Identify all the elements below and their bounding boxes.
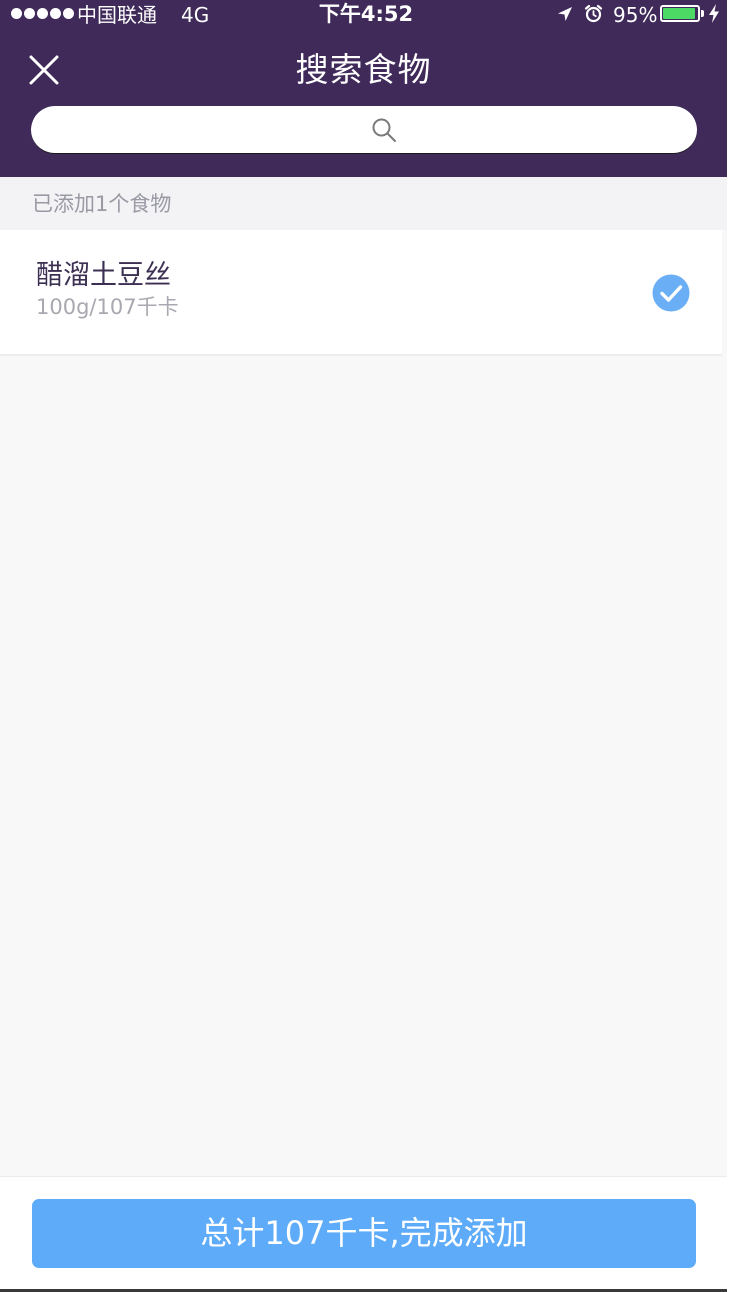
- added-section-header: 已添加1个食物: [0, 177, 727, 230]
- search-icon: [372, 118, 396, 142]
- food-name: 醋溜土豆丝: [36, 260, 171, 291]
- alarm-clock-icon: [584, 4, 603, 23]
- checkmark-circle-icon[interactable]: [652, 274, 690, 312]
- page-title: 搜索食物: [295, 50, 432, 89]
- bottom-bar: 总计107千卡,完成添加: [0, 1176, 727, 1292]
- battery-cap: [701, 10, 704, 17]
- screen: 中国联通 4G 下午4:52 95% 搜索食物 已添加1个食物 醋溜土豆丝 10…: [0, 0, 727, 1292]
- finish-add-button[interactable]: 总计107千卡,完成添加: [32, 1199, 696, 1268]
- food-list-item[interactable]: 醋溜土豆丝 100g/107千卡: [0, 230, 722, 356]
- added-count-label: 已添加1个食物: [32, 192, 172, 216]
- location-arrow-icon: [558, 7, 572, 21]
- right-edge: [727, 0, 732, 1292]
- battery-icon: [660, 5, 700, 22]
- charging-bolt-icon: [709, 4, 719, 23]
- status-bar: 中国联通 4G 下午4:52 95%: [0, 0, 727, 30]
- food-calories: 100g/107千卡: [36, 295, 179, 319]
- search-input[interactable]: [411, 116, 685, 146]
- search-field[interactable]: [31, 106, 697, 154]
- battery-percent: 95%: [613, 3, 658, 27]
